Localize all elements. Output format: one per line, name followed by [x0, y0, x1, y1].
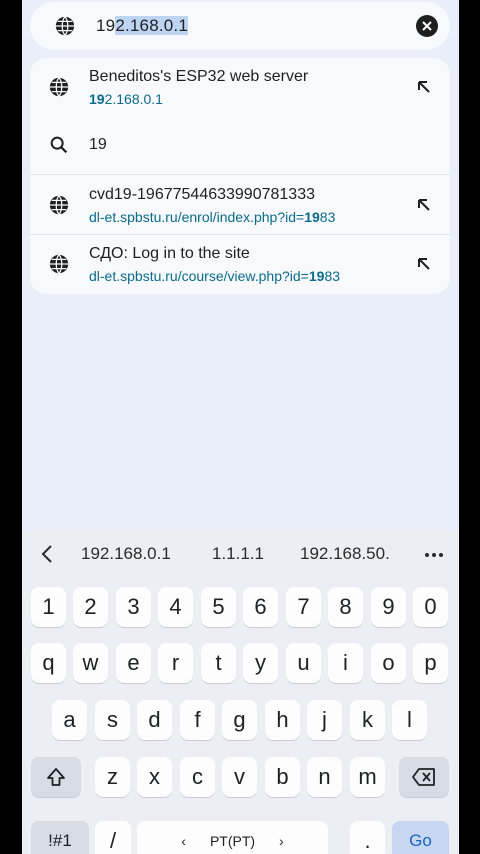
suggestion-title: Beneditos's ESP32 web server [89, 68, 309, 85]
space-key[interactable]: ‹ PT(PT) › [137, 821, 328, 854]
address-selected-text: 2.168.0.1 [115, 16, 189, 35]
key-t[interactable]: t [201, 643, 236, 683]
address-input[interactable]: 192.168.0.1 [96, 16, 189, 36]
key-q[interactable]: q [31, 643, 66, 683]
key-s[interactable]: s [95, 700, 130, 740]
go-button[interactable]: Go [392, 821, 449, 854]
globe-icon [49, 195, 69, 215]
key-2[interactable]: 2 [73, 587, 108, 627]
key-m[interactable]: m [350, 757, 385, 797]
key-r[interactable]: r [158, 643, 193, 683]
key-5[interactable]: 5 [201, 587, 236, 627]
suggestion-url: dl-et.spbstu.ru/course/view.php?id=1983 [89, 268, 341, 284]
language-label: PT(PT) [209, 833, 256, 849]
browser-screen: 192.168.0.1 Beneditos's ESP32 web server… [22, 0, 459, 854]
suggestion-title: СДО: Log in to the site [89, 245, 250, 262]
shift-icon [47, 768, 65, 786]
key-j[interactable]: j [307, 700, 342, 740]
key-g[interactable]: g [222, 700, 257, 740]
chevron-left-icon[interactable] [40, 544, 54, 564]
backspace-icon [412, 768, 435, 786]
suggestion-url: 192.168.0.1 [89, 91, 163, 107]
key-f[interactable]: f [180, 700, 215, 740]
key-u[interactable]: u [286, 643, 321, 683]
chevron-right-icon: › [279, 833, 284, 849]
keyboard: 192.168.0.1 1.1.1.1 192.168.50. 1 2 3 4 … [22, 530, 459, 854]
period-key[interactable]: . [350, 821, 385, 854]
keyboard-suggestion[interactable]: 1.1.1.1 [212, 544, 264, 564]
key-1[interactable]: 1 [31, 587, 66, 627]
backspace-key[interactable] [399, 757, 449, 797]
clear-icon[interactable] [416, 15, 438, 37]
key-6[interactable]: 6 [243, 587, 278, 627]
key-k[interactable]: k [350, 700, 385, 740]
insert-arrow-icon[interactable] [416, 197, 432, 213]
key-e[interactable]: e [116, 643, 151, 683]
suggestion-list: Beneditos's ESP32 web server 192.168.0.1… [30, 58, 450, 294]
globe-icon [49, 77, 69, 97]
key-z[interactable]: z [95, 757, 130, 797]
suggestion-item[interactable]: Beneditos's ESP32 web server 192.168.0.1 [30, 58, 450, 116]
suggestion-title: 19 [89, 136, 107, 153]
key-n[interactable]: n [307, 757, 342, 797]
key-a[interactable]: a [52, 700, 87, 740]
key-7[interactable]: 7 [286, 587, 321, 627]
key-v[interactable]: v [222, 757, 257, 797]
shift-key[interactable] [31, 757, 81, 797]
key-4[interactable]: 4 [158, 587, 193, 627]
key-l[interactable]: l [392, 700, 427, 740]
key-o[interactable]: o [371, 643, 406, 683]
key-h[interactable]: h [265, 700, 300, 740]
insert-arrow-icon[interactable] [416, 79, 432, 95]
symbols-key[interactable]: !#1 [31, 821, 89, 854]
key-3[interactable]: 3 [116, 587, 151, 627]
address-bar[interactable]: 192.168.0.1 [30, 2, 450, 50]
suggestion-item[interactable]: 19 [30, 116, 450, 174]
key-x[interactable]: x [137, 757, 172, 797]
keyboard-suggestion-bar: 192.168.0.1 1.1.1.1 192.168.50. [22, 530, 459, 580]
key-p[interactable]: p [413, 643, 448, 683]
insert-arrow-icon[interactable] [416, 256, 432, 272]
keyboard-suggestion[interactable]: 192.168.50. [300, 544, 390, 564]
globe-icon [55, 16, 75, 36]
key-c[interactable]: c [180, 757, 215, 797]
suggestion-url: dl-et.spbstu.ru/enrol/index.php?id=1983 [89, 209, 336, 225]
key-0[interactable]: 0 [413, 587, 448, 627]
keyboard-suggestion[interactable]: 192.168.0.1 [81, 544, 171, 564]
globe-icon [49, 254, 69, 274]
more-icon[interactable] [424, 552, 444, 558]
chevron-left-icon: ‹ [181, 833, 186, 849]
slash-key[interactable]: / [95, 821, 131, 854]
key-y[interactable]: y [243, 643, 278, 683]
suggestion-title: cvd19-19677544633990781333 [89, 186, 315, 203]
key-b[interactable]: b [265, 757, 300, 797]
key-w[interactable]: w [73, 643, 108, 683]
suggestion-item[interactable]: cvd19-19677544633990781333 dl-et.spbstu.… [30, 175, 450, 233]
search-icon [50, 136, 68, 154]
key-d[interactable]: d [137, 700, 172, 740]
key-i[interactable]: i [328, 643, 363, 683]
suggestion-item[interactable]: СДО: Log in to the site dl-et.spbstu.ru/… [30, 235, 450, 293]
key-9[interactable]: 9 [371, 587, 406, 627]
key-8[interactable]: 8 [328, 587, 363, 627]
address-prefix: 19 [96, 16, 116, 35]
